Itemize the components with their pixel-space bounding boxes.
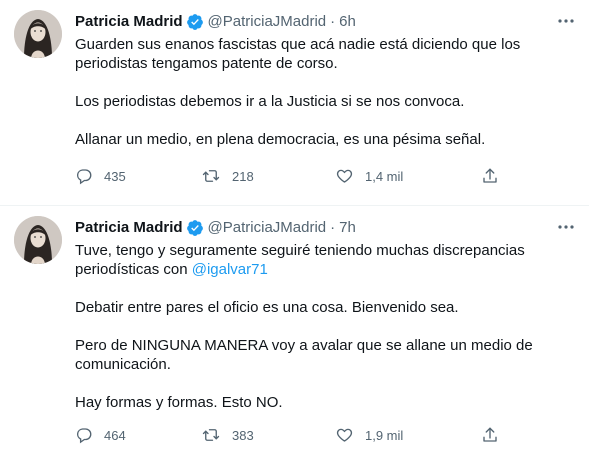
like-count: 1,9 mil xyxy=(365,427,404,443)
reply-button[interactable]: 435 xyxy=(75,166,126,186)
author-name[interactable]: Patricia Madrid xyxy=(75,218,183,238)
like-button[interactable]: 1,9 mil xyxy=(335,425,403,445)
retweet-icon xyxy=(201,426,221,444)
tweet-actions: 464 383 1,9 mil xyxy=(75,425,505,445)
like-button[interactable]: 1,4 mil xyxy=(335,166,403,186)
mention-link[interactable]: @igalvar71 xyxy=(192,261,268,278)
reply-icon xyxy=(75,426,93,444)
author-name[interactable]: Patricia Madrid xyxy=(75,12,183,32)
reply-button[interactable]: 464 xyxy=(75,425,126,445)
verified-badge-icon xyxy=(186,13,204,31)
tweet-timestamp[interactable]: 7h xyxy=(339,218,356,238)
share-button[interactable] xyxy=(481,425,499,445)
share-button[interactable] xyxy=(481,166,499,186)
tweet-paragraph-text: Tuve, tengo y seguramente seguiré tenien… xyxy=(75,242,525,278)
tweet-text: Tuve, tengo y seguramente seguiré tenien… xyxy=(75,241,565,412)
tweet-paragraph: Allanar un medio, en plena democracia, e… xyxy=(75,131,486,148)
separator-dot: · xyxy=(330,13,336,30)
tweet-paragraph: Tuve, tengo y seguramente seguiré tenien… xyxy=(75,241,565,279)
separator-dot: · xyxy=(330,219,336,236)
avatar[interactable] xyxy=(14,216,62,264)
tweet-paragraph: Hay formas y formas. Esto NO. xyxy=(75,394,283,411)
reply-count: 435 xyxy=(104,168,126,184)
like-count: 1,4 mil xyxy=(365,168,404,184)
tweet-timestamp[interactable]: 6h xyxy=(339,12,356,32)
tweet[interactable]: Patricia Madrid @PatriciaJMadrid · 7h Tu… xyxy=(0,206,589,450)
more-options-icon[interactable] xyxy=(557,12,575,30)
verified-badge-icon xyxy=(186,219,204,237)
tweet-paragraph: Los periodistas debemos ir a la Justicia… xyxy=(75,93,465,110)
tweet[interactable]: Patricia Madrid @PatriciaJMadrid · 6h Gu… xyxy=(0,0,589,206)
retweet-button[interactable]: 218 xyxy=(201,166,254,186)
share-icon xyxy=(481,426,499,444)
retweet-count: 383 xyxy=(232,427,254,443)
author-handle[interactable]: @PatriciaJMadrid xyxy=(208,218,327,238)
tweet-header: Patricia Madrid @PatriciaJMadrid · 6h xyxy=(75,12,356,32)
reply-icon xyxy=(75,167,93,185)
retweet-count: 218 xyxy=(232,168,254,184)
heart-icon xyxy=(335,426,354,444)
tweet-actions: 435 218 1,4 mil xyxy=(75,166,505,186)
more-options-icon[interactable] xyxy=(557,218,575,236)
share-icon xyxy=(481,167,499,185)
author-handle[interactable]: @PatriciaJMadrid xyxy=(208,12,327,32)
tweet-header: Patricia Madrid @PatriciaJMadrid · 7h xyxy=(75,218,356,238)
avatar[interactable] xyxy=(14,10,62,58)
tweet-paragraph: Pero de NINGUNA MANERA voy a avalar que … xyxy=(75,337,533,373)
reply-count: 464 xyxy=(104,427,126,443)
retweet-button[interactable]: 383 xyxy=(201,425,254,445)
retweet-icon xyxy=(201,167,221,185)
tweet-paragraph: Debatir entre pares el oficio es una cos… xyxy=(75,299,459,316)
heart-icon xyxy=(335,167,354,185)
tweet-text: Guarden sus enanos fascistas que acá nad… xyxy=(75,35,565,149)
tweet-paragraph: Guarden sus enanos fascistas que acá nad… xyxy=(75,36,521,72)
